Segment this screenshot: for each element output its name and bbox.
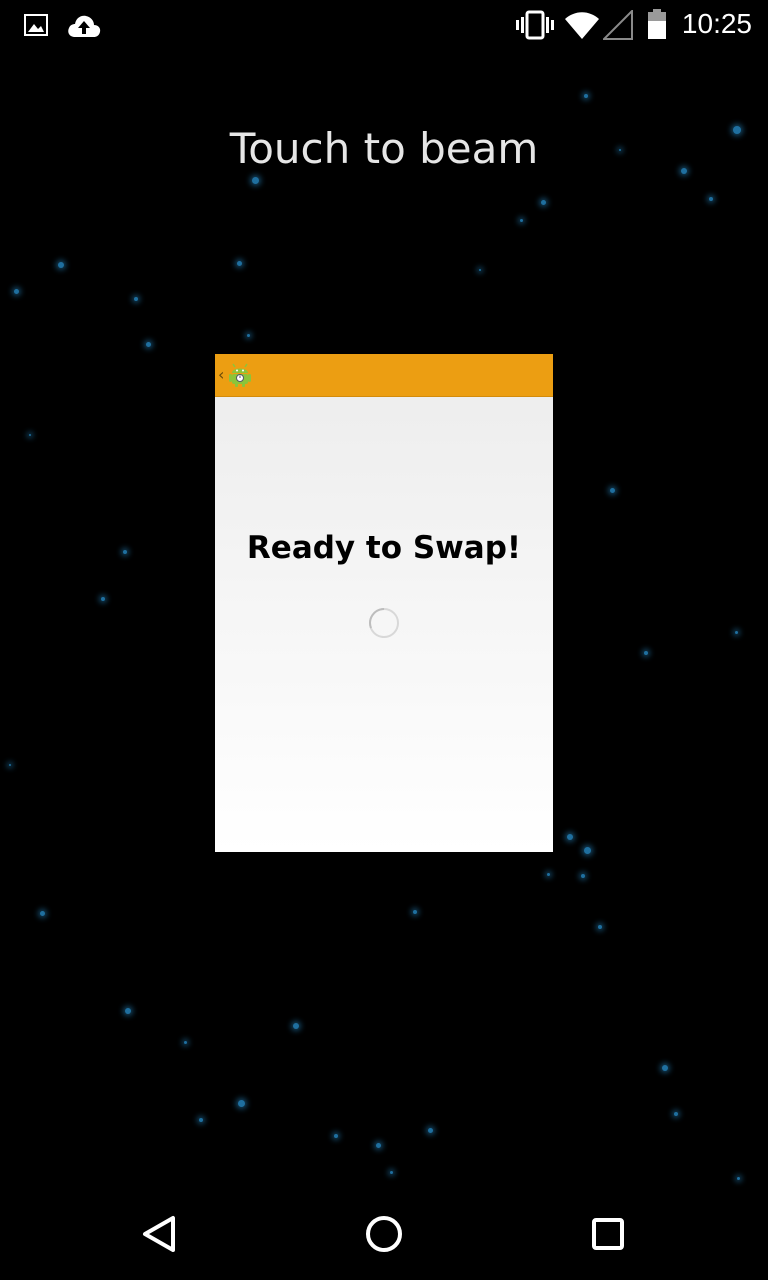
star-dot [251,176,259,184]
star-dot [584,94,588,98]
beam-screen[interactable]: 10:25 Touch to beam ‹ Ready to Swap! [0,0,768,1280]
star-dot [674,1112,678,1116]
star-dot [293,1023,299,1029]
star-dot [375,1142,381,1148]
recents-icon[interactable] [584,1210,632,1258]
star-dot [479,269,481,271]
star-dot [427,1127,433,1133]
star-dot [609,487,615,493]
star-dot [123,550,127,554]
gallery-notification-icon [24,13,48,42]
star-dot [413,910,417,914]
touch-to-beam-title: Touch to beam [229,124,539,173]
star-dot [736,1176,740,1180]
star-dot [644,651,648,655]
star-dot [519,218,523,222]
star-dot [334,1134,338,1138]
vibrate-icon [516,10,554,45]
star-dot [199,1118,203,1122]
star-dot [183,1040,187,1044]
preview-action-bar: ‹ [215,354,553,397]
star-dot [125,1008,131,1014]
star-dot [134,297,138,301]
cloud-upload-icon [66,13,102,44]
star-dot [540,199,546,205]
star-dot [101,597,105,601]
star-dot [581,874,585,878]
star-dot [734,630,738,634]
status-clock: 10:25 [681,8,752,39]
status-bar: 10:25 [0,0,768,50]
star-dot [13,288,19,294]
star-dot [567,834,573,840]
ready-to-swap-heading: Ready to Swap! [246,530,522,566]
preview-back-chevron: ‹ [218,365,225,384]
star-dot [145,341,151,347]
beam-preview-card[interactable]: ‹ Ready to Swap! [215,354,553,852]
navigation-bar [0,1184,768,1280]
star-dot [237,1099,245,1107]
cell-signal-icon [601,8,633,45]
star-dot [246,333,250,337]
star-dot [236,260,242,266]
star-dot [58,262,64,268]
battery-icon [647,9,667,45]
android-app-icon [227,362,253,393]
star-dot [546,872,550,876]
star-dot [598,925,602,929]
star-dot [583,846,591,854]
star-dot [9,764,11,766]
home-icon[interactable] [360,1210,408,1258]
star-dot [389,1170,393,1174]
back-icon[interactable] [136,1210,184,1258]
wifi-icon [564,10,600,45]
star-dot [709,197,713,201]
star-dot [29,434,31,436]
loading-spinner-icon [368,607,400,644]
star-dot [662,1065,668,1071]
star-dot [39,910,45,916]
